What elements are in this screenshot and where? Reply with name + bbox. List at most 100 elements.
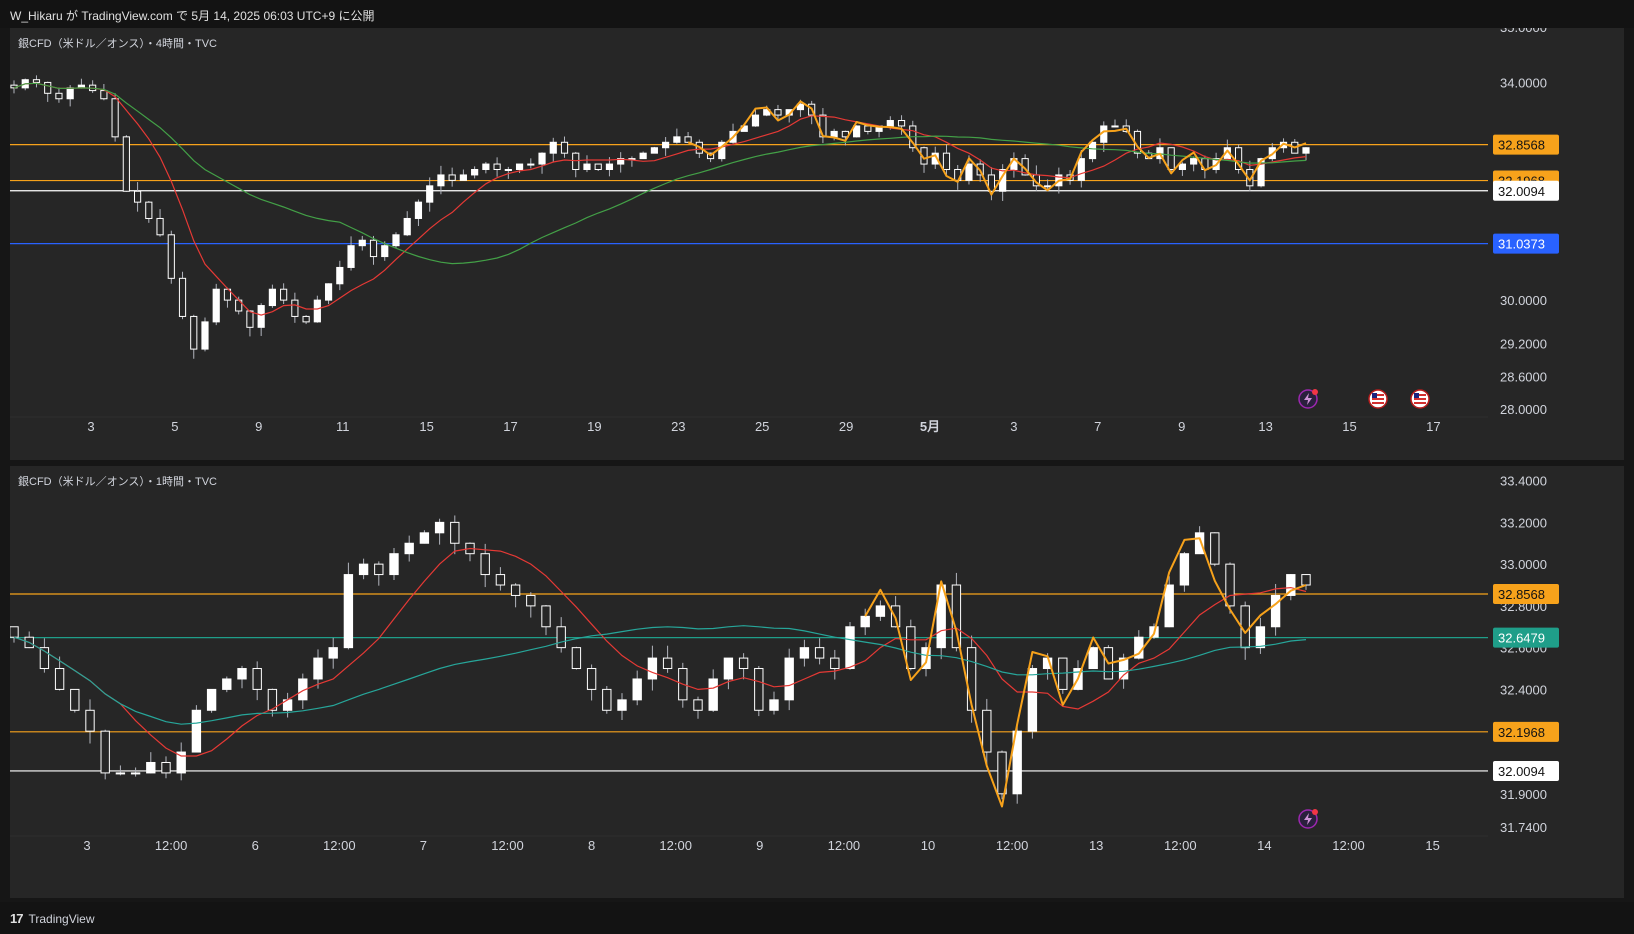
candle-body xyxy=(493,163,501,170)
candle-body xyxy=(358,239,366,247)
candle-body xyxy=(1111,125,1119,128)
tradingview-brand: TradingView xyxy=(28,911,95,926)
flash-icon[interactable] xyxy=(1298,809,1318,829)
candle-body xyxy=(480,553,490,576)
publish-info: W_Hikaru が TradingView.com で 5月 14, 2025… xyxy=(10,9,375,23)
time-tick: 7 xyxy=(420,838,427,853)
candle-body xyxy=(146,761,156,774)
candle-body xyxy=(602,688,612,711)
candle-body xyxy=(586,668,597,690)
candle-body xyxy=(495,574,506,586)
candle-body xyxy=(111,98,119,138)
candle-body xyxy=(965,163,973,181)
time-tick: 3 xyxy=(83,838,90,853)
candle-body xyxy=(583,163,591,170)
time-tick: 12:00 xyxy=(1164,838,1197,853)
candle-body xyxy=(830,130,838,138)
candle-body xyxy=(754,668,764,711)
time-tick: 10 xyxy=(921,838,935,853)
time-tick: 9 xyxy=(756,838,763,853)
candle-body xyxy=(1027,668,1038,732)
chart-pane-4h[interactable]: 35.000034.000032.000030.000029.200028.60… xyxy=(10,28,1624,460)
flag-canton xyxy=(1414,393,1419,398)
tradingview-logo-icon: 17 xyxy=(10,911,24,926)
price-label-text: 31.0373 xyxy=(1498,237,1545,252)
candle-body xyxy=(1190,158,1198,165)
candle-body xyxy=(723,657,734,680)
time-tick: 15 xyxy=(1342,419,1356,434)
candle-body xyxy=(313,657,323,680)
time-tick: 11 xyxy=(336,419,350,434)
candle-body xyxy=(504,168,512,171)
time-tick: 25 xyxy=(755,419,769,434)
candle-body xyxy=(419,532,430,544)
time-tick: 3 xyxy=(87,419,94,434)
candle-body xyxy=(257,305,265,328)
time-tick: 17 xyxy=(1426,419,1440,434)
time-tick: 8 xyxy=(588,838,595,853)
candle-body xyxy=(222,678,232,690)
candle-body xyxy=(1194,532,1205,555)
time-tick: 5月 xyxy=(920,419,940,434)
price-tick-top: 35.0000 xyxy=(1500,28,1547,35)
candle-body xyxy=(1302,147,1310,154)
candle-body xyxy=(1178,163,1187,170)
candle-body xyxy=(1164,584,1174,628)
time-tick: 7 xyxy=(1094,419,1101,434)
flag-stripe xyxy=(1414,398,1426,400)
candle-body xyxy=(85,709,95,732)
time-tick: 29 xyxy=(839,419,853,434)
candle-body xyxy=(774,109,782,116)
candle-body xyxy=(1044,185,1052,188)
chart-title-1h: 銀CFD（米ドル／オンス）・1時間・TVC xyxy=(18,476,218,488)
time-tick: 5 xyxy=(171,419,178,434)
candle-body xyxy=(374,563,384,576)
candle-body xyxy=(906,626,916,670)
candle-body xyxy=(437,174,445,187)
candle-body xyxy=(1255,626,1266,649)
notification-dot xyxy=(1312,389,1318,395)
time-tick: 13 xyxy=(1089,838,1103,853)
price-tick: 29.2000 xyxy=(1500,337,1547,352)
candle-body xyxy=(191,709,202,753)
candle-body xyxy=(115,772,126,775)
candle-body xyxy=(70,688,80,711)
candle-body xyxy=(280,288,288,301)
candle-body xyxy=(860,615,870,628)
chart-svg-4h[interactable]: 35.000034.000032.000030.000029.200028.60… xyxy=(10,28,1624,460)
price-tick: 28.6000 xyxy=(1500,369,1547,384)
candle-body xyxy=(510,584,521,596)
time-tick: 9 xyxy=(255,419,262,434)
price-tick: 31.7400 xyxy=(1500,820,1547,835)
price-tick: 34.0000 xyxy=(1500,75,1547,90)
candle-body xyxy=(1167,147,1175,170)
us-flag-icon[interactable] xyxy=(1368,389,1388,409)
flash-icon[interactable] xyxy=(1298,389,1318,409)
chart-pane-1h[interactable]: 33.4000 33.2000 33.0000 32.8000 32.6000 32.40… xyxy=(10,466,1624,898)
candle-body xyxy=(1077,158,1085,181)
candle-body xyxy=(167,234,175,279)
candle-body xyxy=(1210,532,1220,565)
time-tick: 12:00 xyxy=(828,838,861,853)
candle-body xyxy=(54,668,65,690)
candle-body xyxy=(886,120,894,127)
candle-body xyxy=(751,114,760,127)
time-tick: 12:00 xyxy=(323,838,356,853)
candle-body xyxy=(448,174,456,181)
candle-body xyxy=(389,553,399,576)
candle-body xyxy=(560,141,569,154)
chart-svg-1h[interactable]: 33.400033.200033.000032.800032.600032.40… xyxy=(10,466,1624,898)
price-tick: 33.2000 xyxy=(1500,515,1547,530)
us-flag-icon[interactable] xyxy=(1410,389,1430,409)
candle-body xyxy=(336,266,344,285)
candle-body xyxy=(381,245,389,258)
candle-body xyxy=(605,163,614,170)
candle-body xyxy=(538,152,546,165)
time-tick: 19 xyxy=(587,419,601,434)
candle-body xyxy=(845,626,855,670)
candle-body xyxy=(434,521,445,534)
candle-body xyxy=(1088,647,1098,670)
candle-body xyxy=(662,141,670,149)
tradingview-logo[interactable]: 17 TradingView xyxy=(10,911,95,926)
candle-body xyxy=(632,678,642,701)
